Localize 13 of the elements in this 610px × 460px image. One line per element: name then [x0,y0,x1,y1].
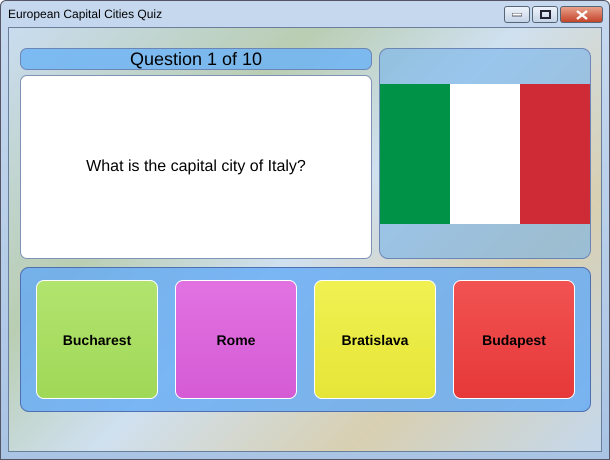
maximize-icon [540,10,550,19]
question-counter: Question 1 of 10 [20,48,372,70]
minimize-button[interactable] [504,6,530,23]
answer-button[interactable]: Bucharest [36,280,158,399]
minimize-icon [512,12,522,16]
window-title: European Capital Cities Quiz [8,7,164,21]
close-icon [576,10,588,20]
answer-button[interactable]: Budapest [453,280,575,399]
question-text: What is the capital city of Italy? [20,75,372,259]
answer-button[interactable]: Rome [175,280,297,399]
close-button[interactable] [560,6,603,23]
maximize-button[interactable] [532,6,558,23]
answer-button[interactable]: Bratislava [314,280,436,399]
